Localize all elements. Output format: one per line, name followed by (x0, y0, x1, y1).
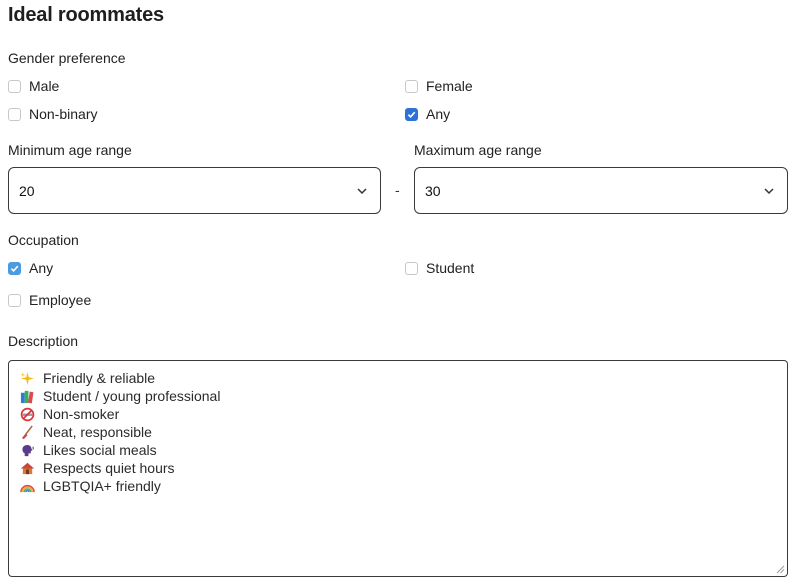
gender-preference-label: Gender preference (8, 50, 126, 66)
checkbox-label: Student (426, 260, 475, 276)
no-smoking-icon (20, 407, 35, 422)
rainbow-icon (20, 479, 35, 494)
description-line: Neat, responsible (20, 423, 776, 441)
checkbox-label: Any (29, 260, 54, 276)
broom-icon (20, 424, 35, 440)
max-age-label: Maximum age range (414, 142, 542, 158)
checkbox-box[interactable] (405, 107, 418, 121)
checkbox-box[interactable] (8, 261, 21, 275)
description-label: Description (8, 333, 79, 349)
min-age-label: Minimum age range (8, 142, 132, 158)
checkbox-box[interactable] (405, 261, 418, 275)
house-icon (20, 461, 35, 476)
description-line: Friendly & reliable (20, 369, 776, 387)
books-icon (20, 389, 35, 404)
sparkles-icon (20, 371, 35, 386)
age-range-separator: - (395, 182, 400, 198)
checkbox-label: Any (426, 106, 451, 122)
resize-handle-icon[interactable] (775, 564, 785, 574)
gender-any-checkbox[interactable]: Any (405, 106, 450, 122)
checkbox-box[interactable] (405, 79, 418, 93)
occupation-any-checkbox[interactable]: Any (8, 260, 53, 276)
description-line: LGBTQIA+ friendly (20, 477, 776, 495)
checkbox-box[interactable] (8, 293, 21, 307)
checkbox-box[interactable] (8, 107, 21, 121)
occupation-label: Occupation (8, 232, 79, 248)
max-age-select[interactable]: 30 (414, 167, 788, 214)
checkbox-label: Male (29, 78, 60, 94)
description-line: Student / young professional (20, 387, 776, 405)
min-age-select[interactable]: 20 (8, 167, 381, 214)
gender-nonbinary-checkbox[interactable]: Non-binary (8, 106, 97, 122)
checkbox-label: Non-binary (29, 106, 98, 122)
checkbox-label: Female (426, 78, 473, 94)
description-textarea[interactable]: Friendly & reliable Student / young prof… (8, 360, 788, 577)
chevron-down-icon (764, 188, 774, 195)
min-age-value: 20 (19, 182, 35, 199)
checkbox-box[interactable] (8, 79, 21, 93)
description-line: Non-smoker (20, 405, 776, 423)
description-line: Respects quiet hours (20, 459, 776, 477)
occupation-employee-checkbox[interactable]: Employee (8, 292, 91, 308)
checkbox-label: Employee (29, 292, 92, 308)
description-line: Likes social meals (20, 441, 776, 459)
section-title: Ideal roommates (8, 4, 164, 26)
speaking-head-icon (20, 443, 35, 458)
chevron-down-icon (357, 188, 367, 195)
occupation-student-checkbox[interactable]: Student (405, 260, 474, 276)
max-age-value: 30 (425, 182, 441, 199)
gender-male-checkbox[interactable]: Male (8, 78, 59, 94)
gender-female-checkbox[interactable]: Female (405, 78, 473, 94)
